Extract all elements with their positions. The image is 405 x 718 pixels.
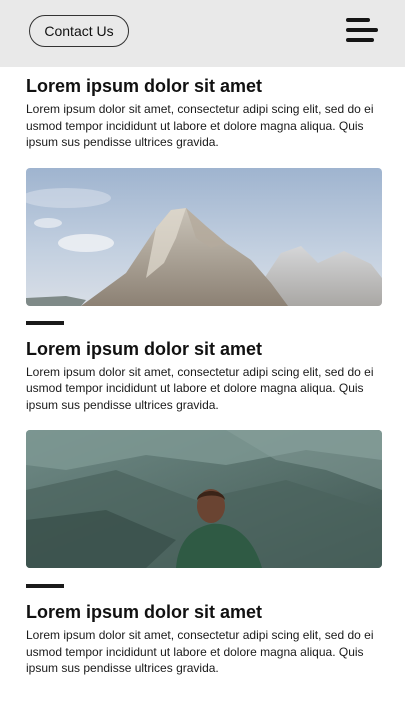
menu-line [346,18,370,22]
article-card: Lorem ipsum dolor sit amet Lorem ipsum d… [26,588,381,677]
hamburger-menu-icon[interactable] [346,18,378,46]
article-card: Lorem ipsum dolor sit amet Lorem ipsum d… [26,325,381,414]
article-title: Lorem ipsum dolor sit amet [26,602,263,622]
menu-line [346,28,378,32]
article-title: Lorem ipsum dolor sit amet [26,338,263,359]
article-body: Lorem ipsum dolor sit amet, consectetur … [26,364,374,412]
menu-line [346,38,374,42]
article-body: Lorem ipsum dolor sit amet, consectetur … [26,102,374,149]
article-card: Lorem ipsum dolor sit amet Lorem ipsum d… [26,67,381,151]
contact-us-button[interactable]: Contact Us [29,15,129,47]
main-content: Lorem ipsum dolor sit amet Lorem ipsum d… [0,67,405,677]
article-body: Lorem ipsum dolor sit amet, consectetur … [26,628,374,675]
mountain-peak-photo [26,167,382,306]
article-title: Lorem ipsum dolor sit amet [26,76,263,96]
top-navigation-bar: Contact Us [0,0,405,67]
hiker-overlooking-valley-photo [26,430,382,568]
